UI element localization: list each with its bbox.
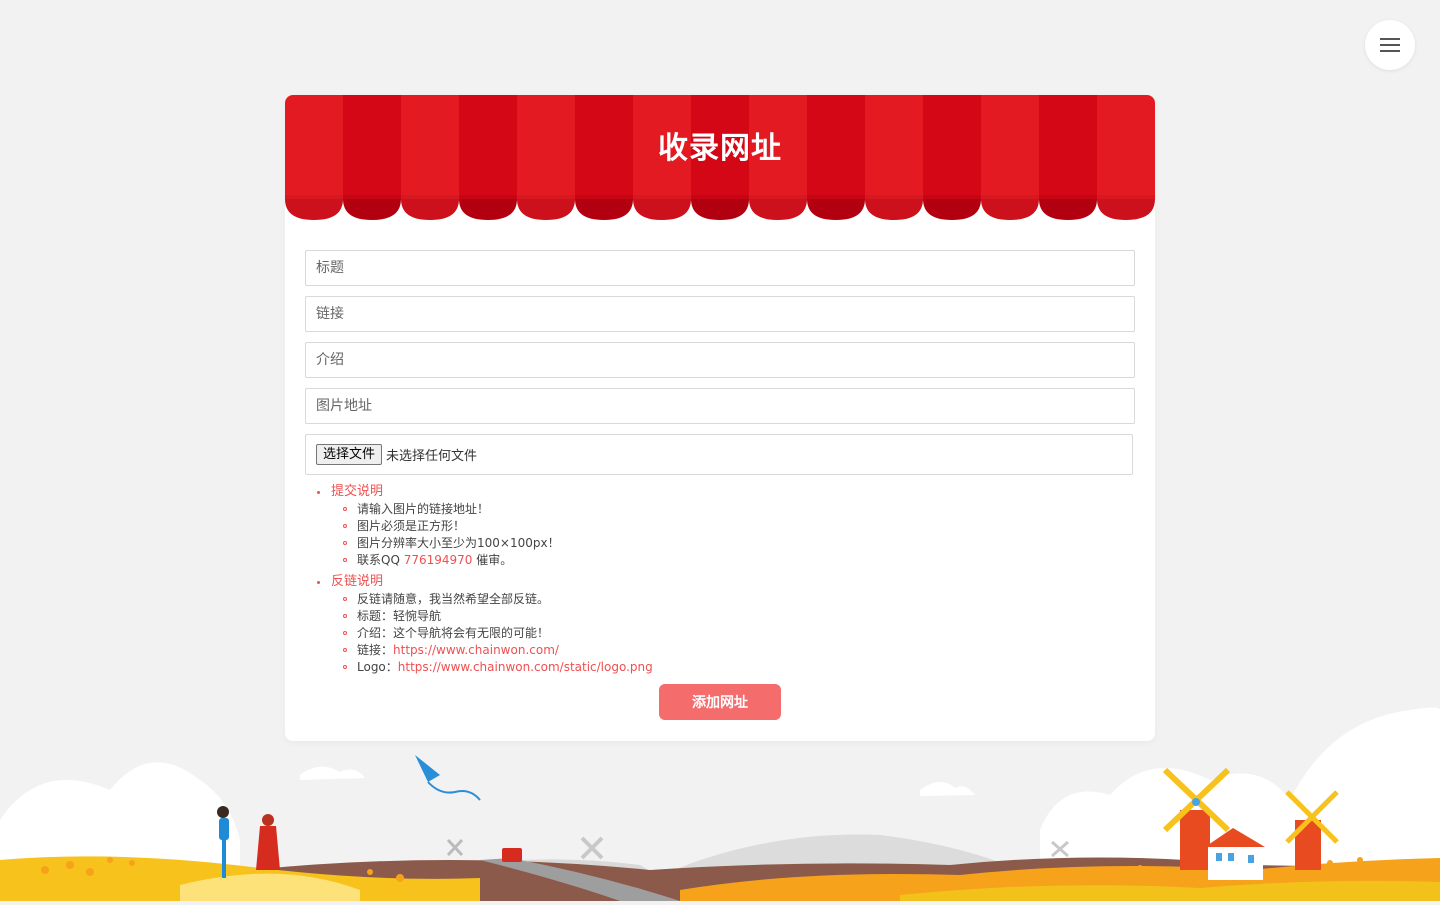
logo-label: Logo： [357,660,398,674]
bullet-ring [343,541,347,545]
backlink-instructions-title: 反链说明 [331,574,384,589]
bullet-ring [343,665,347,669]
link-input[interactable] [306,297,1134,331]
list-item: Logo：https://www.chainwon.com/static/log… [317,659,1117,676]
contact-suffix: 催审。 [472,553,513,567]
bullet-ring [343,507,347,511]
bullet-dot [317,581,320,584]
awning-header: 收录网址 [285,95,1155,220]
link-field[interactable] [305,296,1135,332]
title-input[interactable] [306,251,1134,285]
note-text: 介绍：这个导航将会有无限的可能！ [357,626,550,640]
image-url-input[interactable] [306,389,1134,423]
page-title: 收录网址 [658,131,782,166]
site-link[interactable]: https://www.chainwon.com/ [393,643,559,657]
note-text: 标题：轻惋导航 [357,609,442,623]
bullet-ring [343,614,347,618]
list-item: 链接：https://www.chainwon.com/ [317,642,1117,659]
bullet-ring [343,597,347,601]
list-item: 请输入图片的链接地址！ [317,501,1117,518]
contact-prefix: 联系QQ [357,553,404,567]
bullet-ring [343,631,347,635]
contact-qq: 776194970 [403,553,473,567]
submit-site-card: 收录网址 选择文件 未选择任何文件 提交说明 请输入图片的链接地址！ 图片必须是… [285,95,1155,741]
note-text: 图片必须是正方形！ [357,519,466,533]
landscape-illustration [0,700,1440,901]
image-url-field[interactable] [305,388,1135,424]
bullet-ring [343,648,347,652]
list-item: 联系QQ 776194970 催审。 [317,552,1117,569]
backlink-instructions: 反链说明 [317,573,1117,591]
link-label: 链接： [357,643,394,657]
list-item: 标题：轻惋导航 [317,608,1117,625]
list-item: 反链请随意，我当然希望全部反链。 [317,591,1117,608]
instructions: 提交说明 请输入图片的链接地址！ 图片必须是正方形！ 图片分辨率大小至少为100… [317,483,1117,676]
list-item: 图片分辨率大小至少为100×100px！ [317,535,1117,552]
logo-link[interactable]: https://www.chainwon.com/static/logo.png [398,660,653,674]
bullet-dot [317,491,320,494]
menu-button[interactable] [1365,20,1415,70]
file-status-text: 未选择任何文件 [386,449,478,464]
submit-instructions-title: 提交说明 [331,484,384,499]
list-item: 介绍：这个导航将会有无限的可能！ [317,625,1117,642]
file-upload-field: 选择文件 未选择任何文件 [305,434,1133,475]
intro-input[interactable] [306,343,1134,377]
note-text: 图片分辨率大小至少为100×100px！ [357,536,560,550]
intro-field[interactable] [305,342,1135,378]
choose-file-button[interactable]: 选择文件 [316,444,383,465]
submit-instructions: 提交说明 [317,483,1117,501]
hamburger-menu-icon [1380,37,1400,53]
bullet-ring [343,524,347,528]
note-text: 请输入图片的链接地址！ [357,502,490,516]
bullet-ring [343,558,347,562]
list-item: 图片必须是正方形！ [317,518,1117,535]
title-field[interactable] [305,250,1135,286]
note-text: 反链请随意，我当然希望全部反链。 [357,592,550,606]
